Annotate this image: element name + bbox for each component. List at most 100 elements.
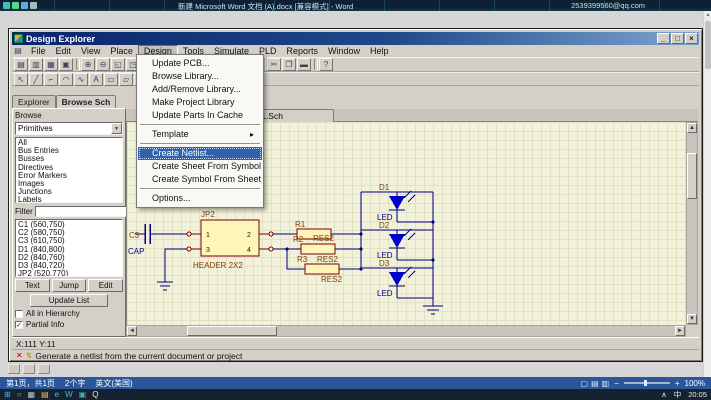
curve-tool-icon[interactable]: ∿	[74, 73, 88, 86]
help-icon[interactable]: ?	[319, 58, 333, 71]
polyline-tool-icon[interactable]: ⌐	[44, 73, 58, 86]
print-layout-icon[interactable]: ▤	[591, 379, 599, 388]
primitives-list[interactable]: AllBus EntriesBussesDirectivesError Mark…	[15, 137, 123, 203]
component-d2[interactable]: D2 LED	[377, 221, 415, 260]
scroll-right-icon[interactable]: ►	[675, 326, 685, 336]
start-button[interactable]: ⊞	[4, 390, 11, 400]
rectangle-tool-icon[interactable]: ▭	[104, 73, 118, 86]
scroll-down-icon[interactable]: ▼	[687, 314, 697, 324]
copy-icon[interactable]: ❐	[282, 58, 296, 71]
menu-item-template[interactable]: Template ▸	[138, 128, 262, 141]
scroll-left-icon[interactable]: ◄	[127, 326, 137, 336]
page-indicator[interactable]: 第1页，共1页	[6, 378, 55, 389]
read-mode-icon[interactable]: ▢	[581, 379, 589, 388]
browse-category-select[interactable]: Primitives ▼	[15, 122, 123, 135]
scrollbar-thumb[interactable]	[705, 21, 711, 69]
jump-button[interactable]: Jump	[52, 279, 87, 292]
language-indicator[interactable]: 英文(美国)	[95, 378, 132, 389]
cut-icon[interactable]: ✂	[267, 58, 281, 71]
word-vertical-scrollbar[interactable]: ▲	[703, 11, 711, 377]
search-button[interactable]: ○	[17, 390, 22, 400]
line-tool-icon[interactable]: ╱	[29, 73, 43, 86]
menu-item-create-symbol-from-sheet[interactable]: Create Symbol From Sheet	[138, 173, 262, 186]
ime-indicator[interactable]: 中	[674, 389, 682, 400]
arc-tool-icon[interactable]: ◠	[59, 73, 73, 86]
qq-icon[interactable]: Q	[92, 390, 98, 400]
zoom-area-icon[interactable]: ◱	[111, 58, 125, 71]
menu-item-make-project-library[interactable]: Make Project Library	[138, 96, 262, 109]
canvas-vertical-scrollbar[interactable]: ▲ ▼	[686, 122, 698, 325]
word-count[interactable]: 2个字	[65, 378, 85, 389]
polygon-tool-icon[interactable]: ▱	[119, 73, 133, 86]
menu-item-update-parts-in-cache[interactable]: Update Parts In Cache	[138, 109, 262, 122]
zoom-in-icon[interactable]: ⊕	[81, 58, 95, 71]
menu-edit[interactable]: Edit	[51, 45, 77, 57]
save-icon[interactable]: ▦	[44, 58, 58, 71]
footer-icon-3[interactable]	[38, 364, 50, 374]
zoom-level[interactable]: 100%	[685, 379, 705, 388]
chevron-down-icon[interactable]: ▼	[111, 123, 122, 134]
primitives-list-item[interactable]: Labels	[18, 196, 122, 203]
web-layout-icon[interactable]: ▥	[602, 379, 610, 388]
scrollbar-thumb[interactable]	[687, 153, 697, 199]
maximize-button[interactable]: □	[671, 33, 684, 44]
scroll-up-icon[interactable]: ▲	[687, 123, 697, 133]
scroll-up-icon[interactable]: ▲	[704, 11, 711, 19]
menu-item-browse-library[interactable]: Browse Library...	[138, 70, 262, 83]
session-tool-icon-4[interactable]	[30, 2, 37, 9]
tab-browse-sch[interactable]: Browse Sch	[56, 95, 117, 108]
tray-chevron[interactable]: ∧	[661, 390, 667, 399]
zoom-slider[interactable]	[624, 382, 670, 384]
menu-reports[interactable]: Reports	[281, 45, 323, 57]
checkbox-all-in-hierarchy[interactable]: All in Hierarchy	[15, 309, 123, 318]
update-list-button[interactable]: Update List	[30, 294, 108, 307]
checkbox-partial-info[interactable]: Partial Info	[15, 320, 123, 329]
menu-item-create-netlist[interactable]: Create Netlist...	[138, 147, 262, 160]
menu-place[interactable]: Place	[105, 45, 138, 57]
menu-help[interactable]: Help	[365, 45, 394, 57]
task-view-button[interactable]: ▦	[28, 390, 36, 400]
session-tool-icon-2[interactable]	[12, 2, 19, 9]
session-tool-icon-3[interactable]	[21, 2, 28, 9]
session-tool-icon-1[interactable]	[3, 2, 10, 9]
clock[interactable]: 20:05	[688, 390, 707, 399]
menu-item-options[interactable]: Options...	[138, 192, 262, 205]
word-icon[interactable]: W	[65, 390, 73, 400]
text-button[interactable]: Text	[15, 279, 50, 292]
paste-icon[interactable]: ▬	[297, 58, 311, 71]
minimize-button[interactable]: _	[657, 33, 670, 44]
file-explorer-icon[interactable]: ▤	[41, 390, 49, 400]
tab-explorer[interactable]: Explorer	[12, 95, 56, 108]
select-tool-icon[interactable]: ↖	[14, 73, 28, 86]
component-d3[interactable]: D3 LED	[377, 259, 415, 298]
footer-icon-1[interactable]	[8, 364, 20, 374]
zoom-out-icon[interactable]: ⊖	[96, 58, 110, 71]
component-c3[interactable]: C3 CAP	[128, 224, 150, 256]
image-tool-icon[interactable]: ▣	[79, 390, 87, 400]
menu-file[interactable]: File	[26, 45, 51, 57]
menu-item-update-pcb[interactable]: Update PCB...	[138, 57, 262, 70]
ground-symbol-right[interactable]	[423, 306, 443, 314]
canvas-horizontal-scrollbar[interactable]: ◄ ►	[126, 325, 686, 337]
component-jp2[interactable]: 1 2 3 4 JP2 HEADER 2X2	[187, 210, 273, 270]
menu-view[interactable]: View	[76, 45, 105, 57]
menu-window[interactable]: Window	[323, 45, 365, 57]
component-d1[interactable]: D1 LED	[377, 183, 415, 222]
ground-symbol-left[interactable]	[157, 282, 173, 290]
browser-icon[interactable]: e	[55, 390, 59, 400]
new-document-icon[interactable]: ▤	[14, 58, 28, 71]
components-list-item[interactable]: JP2 (520,770)	[18, 270, 122, 277]
edit-button[interactable]: Edit	[88, 279, 123, 292]
menu-item-create-sheet-from-symbol[interactable]: Create Sheet From Symbol	[138, 160, 262, 173]
footer-icon-2[interactable]	[23, 364, 35, 374]
title-bar[interactable]: Design Explorer _□×	[12, 32, 699, 45]
zoom-in-button[interactable]: +	[675, 379, 680, 388]
scrollbar-thumb[interactable]	[187, 326, 277, 336]
print-icon[interactable]: ▣	[59, 58, 73, 71]
text-tool-icon[interactable]: A	[89, 73, 103, 86]
open-document-icon[interactable]: ▥	[29, 58, 43, 71]
close-button[interactable]: ×	[685, 33, 698, 44]
zoom-out-button[interactable]: −	[614, 379, 619, 388]
checkbox-box[interactable]	[15, 310, 23, 318]
checkbox-box[interactable]	[15, 321, 23, 329]
